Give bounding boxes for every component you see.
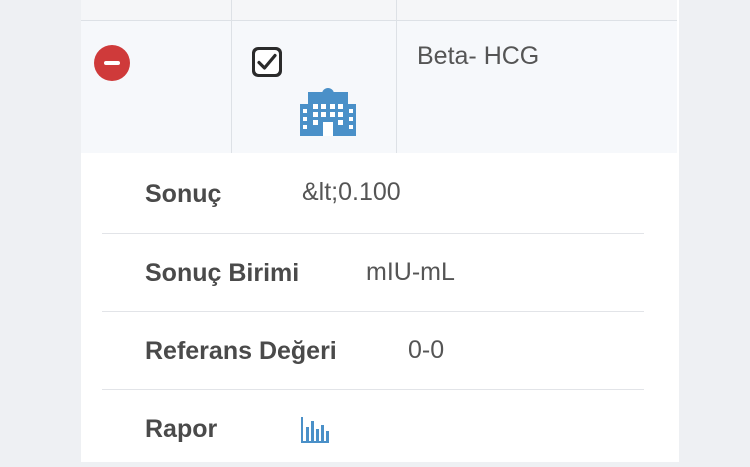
test-select-checkbox[interactable] (252, 47, 282, 77)
result-value: &lt;0.100 (302, 178, 401, 206)
test-name: Beta- HCG (417, 42, 540, 70)
unit-label: Sonuç Birimi (145, 259, 300, 287)
result-label: Sonuç (145, 180, 222, 208)
bar-chart-icon[interactable] (300, 417, 330, 443)
report-label: Rapor (145, 415, 218, 443)
checkmark-icon (257, 53, 277, 70)
column-divider (231, 0, 232, 153)
reference-label: Referans Değeri (145, 337, 337, 365)
detail-row-report: Rapor (102, 390, 644, 467)
hospital-building-icon (300, 88, 356, 136)
detail-row-result: Sonuç &lt;0.100 (102, 155, 644, 232)
table-header-row (81, 0, 677, 21)
reference-value: 0-0 (408, 336, 445, 364)
column-divider (396, 0, 397, 153)
remove-test-button[interactable] (94, 45, 130, 81)
detail-row-unit: Sonuç Birimi mIU-mL (102, 234, 644, 311)
table-row (81, 21, 677, 153)
unit-value: mIU-mL (366, 258, 455, 286)
detail-row-reference: Referans Değeri 0-0 (102, 312, 644, 389)
checkbox-box (255, 50, 279, 74)
